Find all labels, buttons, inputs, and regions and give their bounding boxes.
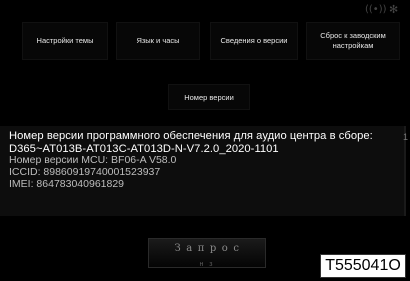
scroll-indicator: 1	[403, 132, 409, 142]
imei: IMEI: 864783040961829	[9, 177, 125, 190]
firmware-version-label: Номер версии программного обеспечения дл…	[9, 130, 373, 142]
bluetooth-icon: ✻	[389, 3, 399, 16]
tab-version-info[interactable]: Сведения о версии	[210, 22, 298, 60]
version-number-button[interactable]: Номер версии	[168, 84, 250, 110]
version-info-screen: ((•)) ✻ Настройки темы Язык и часы Сведе…	[0, 0, 410, 281]
tab-factory-reset[interactable]: Сброс к заводским настройкам	[306, 22, 400, 60]
status-bar: ((•)) ✻	[0, 0, 410, 22]
reference-stamp: T555041O	[320, 254, 406, 278]
version-info-panel: Номер версии программного обеспечения дл…	[0, 126, 406, 216]
tab-theme-settings[interactable]: Настройки темы	[22, 22, 108, 60]
iccid: ICCID: 89860919740001523937	[9, 165, 161, 178]
query-button-label: Запрос	[174, 243, 245, 254]
wifi-signal-icon: ((•))	[365, 4, 387, 15]
query-button[interactable]: Запрос н з	[148, 238, 266, 268]
tab-language-clock[interactable]: Язык и часы	[116, 22, 200, 60]
query-button-sublabel: н з	[199, 261, 215, 268]
